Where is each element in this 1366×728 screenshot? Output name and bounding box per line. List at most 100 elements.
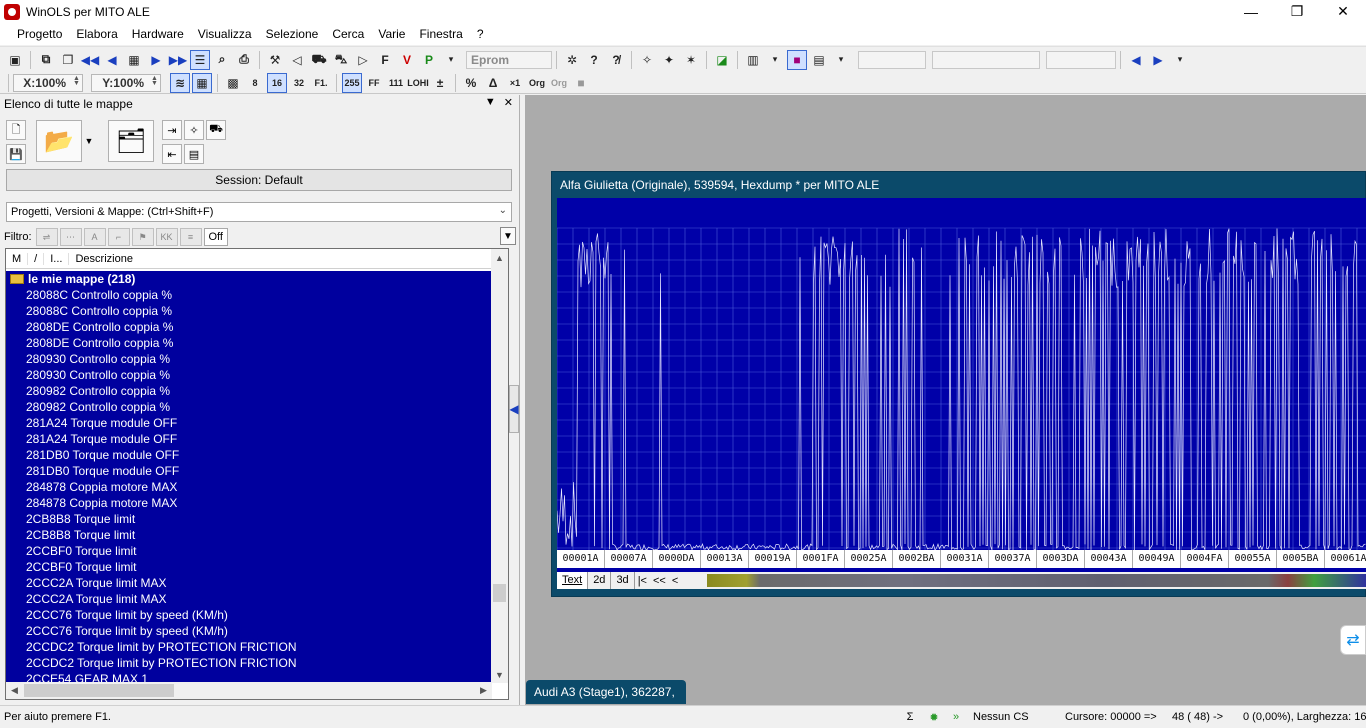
p-icon[interactable]: P bbox=[419, 50, 439, 70]
menu-selezione[interactable]: Selezione bbox=[259, 27, 326, 41]
map-list-item[interactable]: 280982 Controllo coppia % bbox=[6, 399, 492, 415]
decimal-button[interactable]: 255 bbox=[342, 72, 362, 93]
grid-icon[interactable]: ▦ bbox=[124, 50, 144, 70]
save-icon[interactable]: 💾 bbox=[6, 144, 26, 164]
map-list-item[interactable]: 28088C Controllo coppia % bbox=[6, 287, 492, 303]
map-list-item[interactable]: 2808DE Controllo coppia % bbox=[6, 335, 492, 351]
scroll-left-icon[interactable]: ◀ bbox=[6, 682, 23, 699]
window-new-icon[interactable]: ⧉ bbox=[36, 50, 56, 70]
overview-colorbar[interactable] bbox=[707, 574, 1366, 587]
map-list-item[interactable]: 284878 Coppia motore MAX bbox=[6, 495, 492, 511]
open-dropdown-icon[interactable]: ▼ bbox=[82, 120, 96, 162]
car-icon[interactable]: ⛍ bbox=[331, 50, 351, 70]
org-button[interactable]: Org bbox=[527, 73, 547, 93]
wand3-icon[interactable]: ✶ bbox=[681, 50, 701, 70]
first-page-icon[interactable]: ◀◀ bbox=[80, 50, 100, 70]
next-icon[interactable]: ▶ bbox=[146, 50, 166, 70]
chip-icon[interactable]: ▣ bbox=[5, 50, 25, 70]
help-icon[interactable]: ? bbox=[584, 50, 604, 70]
range-box-1[interactable] bbox=[858, 50, 926, 69]
context-help-icon[interactable]: ?̸ bbox=[606, 50, 626, 70]
search-car-icon[interactable]: ⛟ bbox=[309, 50, 329, 70]
compare-icon[interactable]: ◪ bbox=[712, 50, 732, 70]
tab-2d[interactable]: 2d bbox=[588, 572, 612, 589]
scroll-thumb[interactable] bbox=[493, 584, 506, 602]
map-list-item[interactable]: 2CCC2A Torque limit MAX bbox=[6, 575, 492, 591]
org2-button[interactable]: Org bbox=[549, 73, 569, 93]
menu-visualizza[interactable]: Visualizza bbox=[191, 27, 259, 41]
nav-fast-back-button[interactable]: << bbox=[650, 575, 669, 587]
prev-icon[interactable]: ◀ bbox=[102, 50, 122, 70]
map-list-item[interactable]: 2CCC76 Torque limit by speed (KM/h) bbox=[6, 623, 492, 639]
close-button[interactable]: ✕ bbox=[1320, 0, 1366, 23]
bars-icon[interactable]: ▤ bbox=[809, 50, 829, 70]
vertical-scrollbar[interactable]: ▲ ▼ bbox=[491, 249, 508, 683]
col-i[interactable]: I... bbox=[44, 252, 70, 265]
bars-dropdown-icon[interactable]: ▾ bbox=[831, 50, 851, 70]
tab-3d[interactable]: 3d bbox=[611, 572, 635, 589]
tab-text[interactable]: Text bbox=[557, 572, 589, 589]
map-list-item[interactable]: 2CB8B8 Torque limit bbox=[6, 511, 492, 527]
car-search-icon[interactable]: ⛟ bbox=[206, 120, 226, 140]
bits-32-button[interactable]: 32 bbox=[289, 73, 309, 93]
hexdump-plot[interactable]: 00001A 00007A 0000DA 00013A 00019A 0001FA 0002… bbox=[557, 198, 1366, 576]
nav-right-icon[interactable]: ▶ bbox=[1148, 50, 1168, 70]
menu-progetto[interactable]: Progetto bbox=[10, 27, 69, 41]
new-icon[interactable]: 🗋 bbox=[6, 120, 26, 140]
chevron-down-icon[interactable]: ⌄ bbox=[499, 205, 507, 216]
forward-icon[interactable]: ▷ bbox=[353, 50, 373, 70]
wand2-icon[interactable]: ✦ bbox=[659, 50, 679, 70]
bits-16-button[interactable]: 16 bbox=[267, 72, 287, 93]
binary-button[interactable]: 111 bbox=[386, 73, 406, 93]
col-m[interactable]: M bbox=[6, 252, 29, 265]
filter-lines-icon[interactable]: ≡ bbox=[179, 228, 202, 246]
delta-icon[interactable]: Δ bbox=[483, 73, 503, 93]
map-list-item[interactable]: 280930 Controllo coppia % bbox=[6, 367, 492, 383]
minimized-window[interactable]: Audi A3 (Stage1), 362287, bbox=[526, 680, 686, 704]
map-list-item[interactable]: 281A24 Torque module OFF bbox=[6, 431, 492, 447]
import-folder-button[interactable]: 🗂 bbox=[108, 120, 154, 162]
sign-icon[interactable]: ± bbox=[430, 73, 450, 93]
hscroll-thumb[interactable] bbox=[24, 684, 174, 697]
columns-dropdown-icon[interactable]: ▾ bbox=[765, 50, 785, 70]
filter-compare-icon[interactable]: ⇌ bbox=[35, 228, 58, 246]
map-list-item[interactable]: 2CCBF0 Torque limit bbox=[6, 559, 492, 575]
filter-text-icon[interactable]: A bbox=[83, 228, 106, 246]
square-icon[interactable]: ■ bbox=[571, 73, 591, 93]
scroll-up-icon[interactable]: ▲ bbox=[491, 249, 508, 266]
minimize-button[interactable]: — bbox=[1228, 0, 1274, 23]
filter-axis-icon[interactable]: ⌐ bbox=[107, 228, 130, 246]
nav-first-button[interactable]: |< bbox=[635, 575, 650, 587]
properties-icon[interactable]: ▤ bbox=[184, 144, 204, 164]
menu-hardware[interactable]: Hardware bbox=[125, 27, 191, 41]
menu-elabora[interactable]: Elabora bbox=[69, 27, 124, 41]
folder-row[interactable]: le mie mappe (218) bbox=[6, 271, 492, 287]
map-list-item[interactable]: 2808DE Controllo coppia % bbox=[6, 319, 492, 335]
magic-icon[interactable]: ✧ bbox=[184, 120, 204, 140]
float-button[interactable]: F1. bbox=[311, 73, 331, 93]
nav-back-button[interactable]: < bbox=[669, 575, 681, 587]
grid-small-icon[interactable]: ▩ bbox=[223, 73, 243, 93]
wand-icon[interactable]: ✧ bbox=[637, 50, 657, 70]
panel-collapse-handle[interactable]: ◀ bbox=[509, 385, 519, 433]
zoom-y-field[interactable]: Y:100% bbox=[91, 73, 161, 92]
hexdump-window[interactable]: Alfa Giulietta (Originale), 539594, Hexd… bbox=[551, 171, 1366, 597]
map-list-item[interactable]: 2CCC2A Torque limit MAX bbox=[6, 591, 492, 607]
percent-button[interactable]: % bbox=[461, 73, 481, 93]
map-list-item[interactable]: 280930 Controllo coppia % bbox=[6, 351, 492, 367]
v-icon[interactable]: V bbox=[397, 50, 417, 70]
map-list-item[interactable]: 280982 Controllo coppia % bbox=[6, 383, 492, 399]
factor-button[interactable]: ×1 bbox=[505, 73, 525, 93]
filter-flag-icon[interactable]: ⚑ bbox=[131, 228, 154, 246]
bits-8-button[interactable]: 8 bbox=[245, 73, 265, 93]
map-list-item[interactable]: 2CCBF0 Torque limit bbox=[6, 543, 492, 559]
scroll-down-icon[interactable]: ▼ bbox=[491, 666, 508, 683]
session-button[interactable]: Session: Default bbox=[6, 169, 512, 191]
settings-icon[interactable]: ✲ bbox=[562, 50, 582, 70]
filter-dots-icon[interactable]: ⋯ bbox=[59, 228, 82, 246]
list-view-icon[interactable]: ☰ bbox=[190, 49, 210, 70]
import-icon[interactable]: ⇥ bbox=[162, 120, 182, 140]
dropdown-icon[interactable]: ▾ bbox=[441, 50, 461, 70]
wave-icon[interactable]: ≋ bbox=[170, 72, 190, 93]
windows-icon[interactable]: ❐ bbox=[58, 50, 78, 70]
